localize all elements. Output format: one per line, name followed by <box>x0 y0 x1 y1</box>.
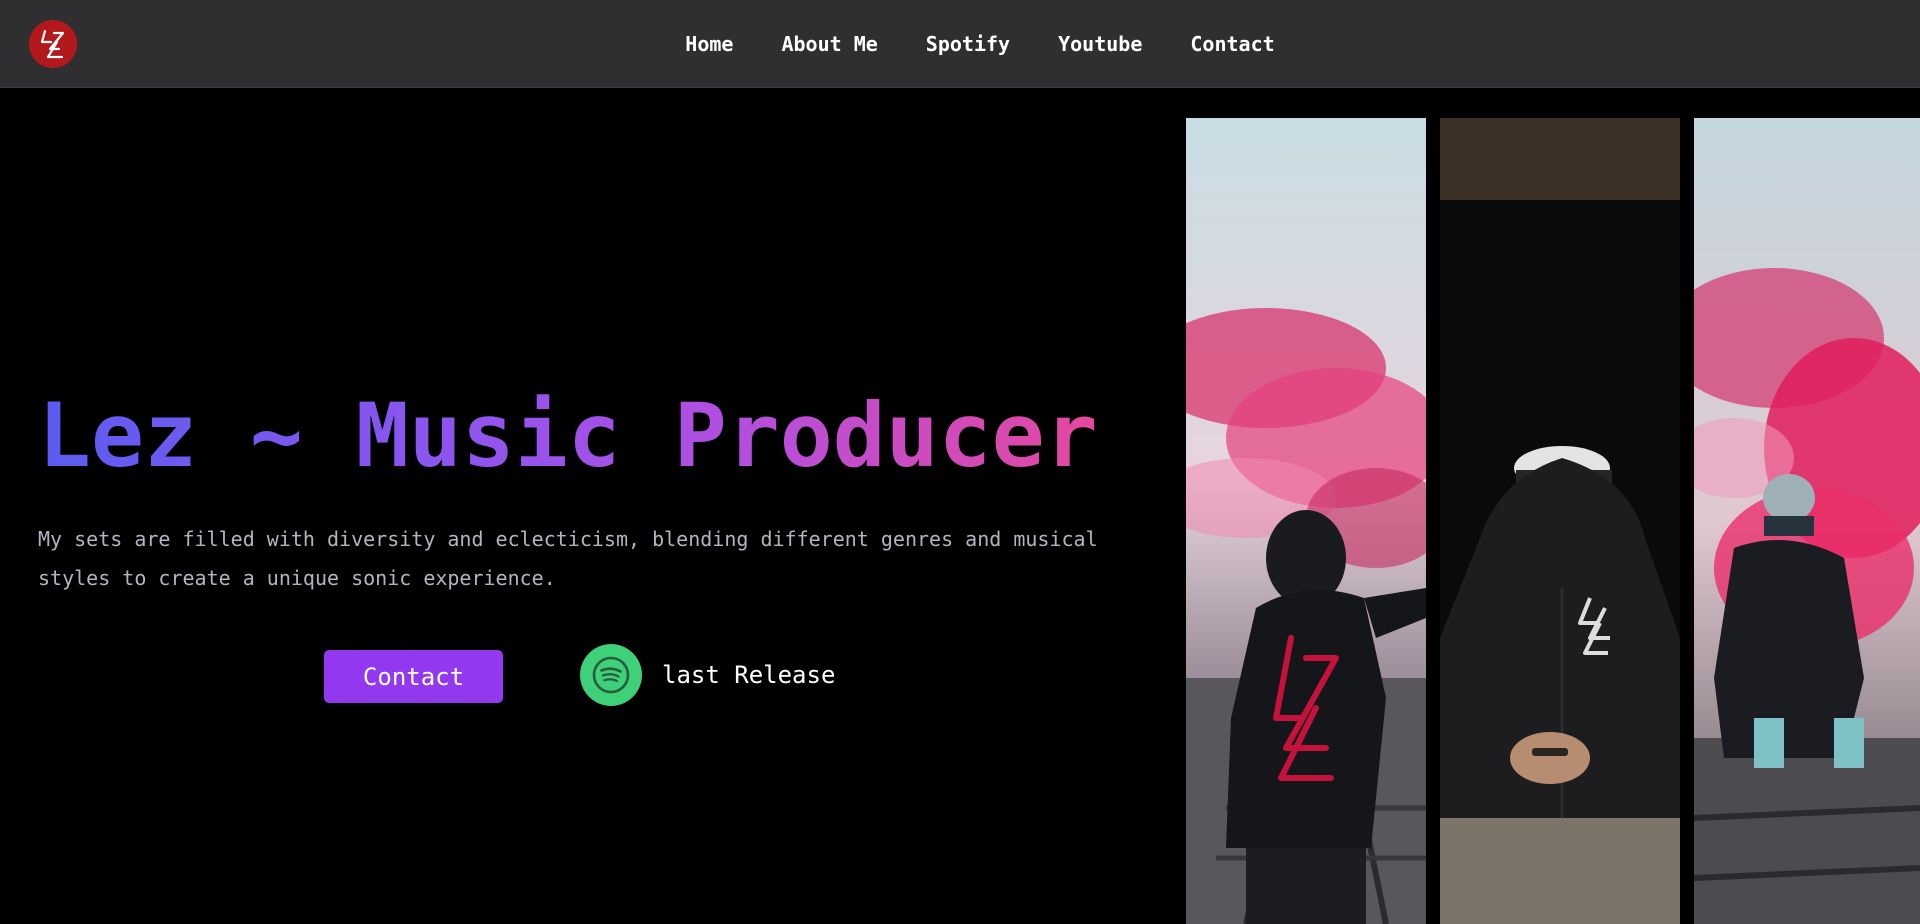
nav-home-link[interactable]: Home <box>685 32 733 56</box>
gallery-photo-crouching-smoke <box>1694 118 1920 924</box>
nav-spotify-link[interactable]: Spotify <box>926 32 1010 56</box>
hero-description: My sets are filled with diversity and ec… <box>38 527 1098 590</box>
gallery-photo-hooded-smoke <box>1186 118 1426 924</box>
hero-title: Lez ~ Music Producer <box>38 384 1098 487</box>
last-release-label: last Release <box>662 661 836 689</box>
last-release-link[interactable]: last Release <box>580 644 835 706</box>
contact-button[interactable]: Contact <box>324 650 503 703</box>
nav-about-link[interactable]: About Me <box>781 32 877 56</box>
nav-contact-link[interactable]: Contact <box>1190 32 1274 56</box>
nav-youtube-link[interactable]: Youtube <box>1058 32 1142 56</box>
spotify-icon <box>580 644 642 706</box>
gallery-photo-masked-figure <box>1440 118 1680 924</box>
navbar: Home About Me Spotify Youtube Contact <box>0 0 1920 88</box>
main-nav: Home About Me Spotify Youtube Contact <box>0 0 1920 88</box>
